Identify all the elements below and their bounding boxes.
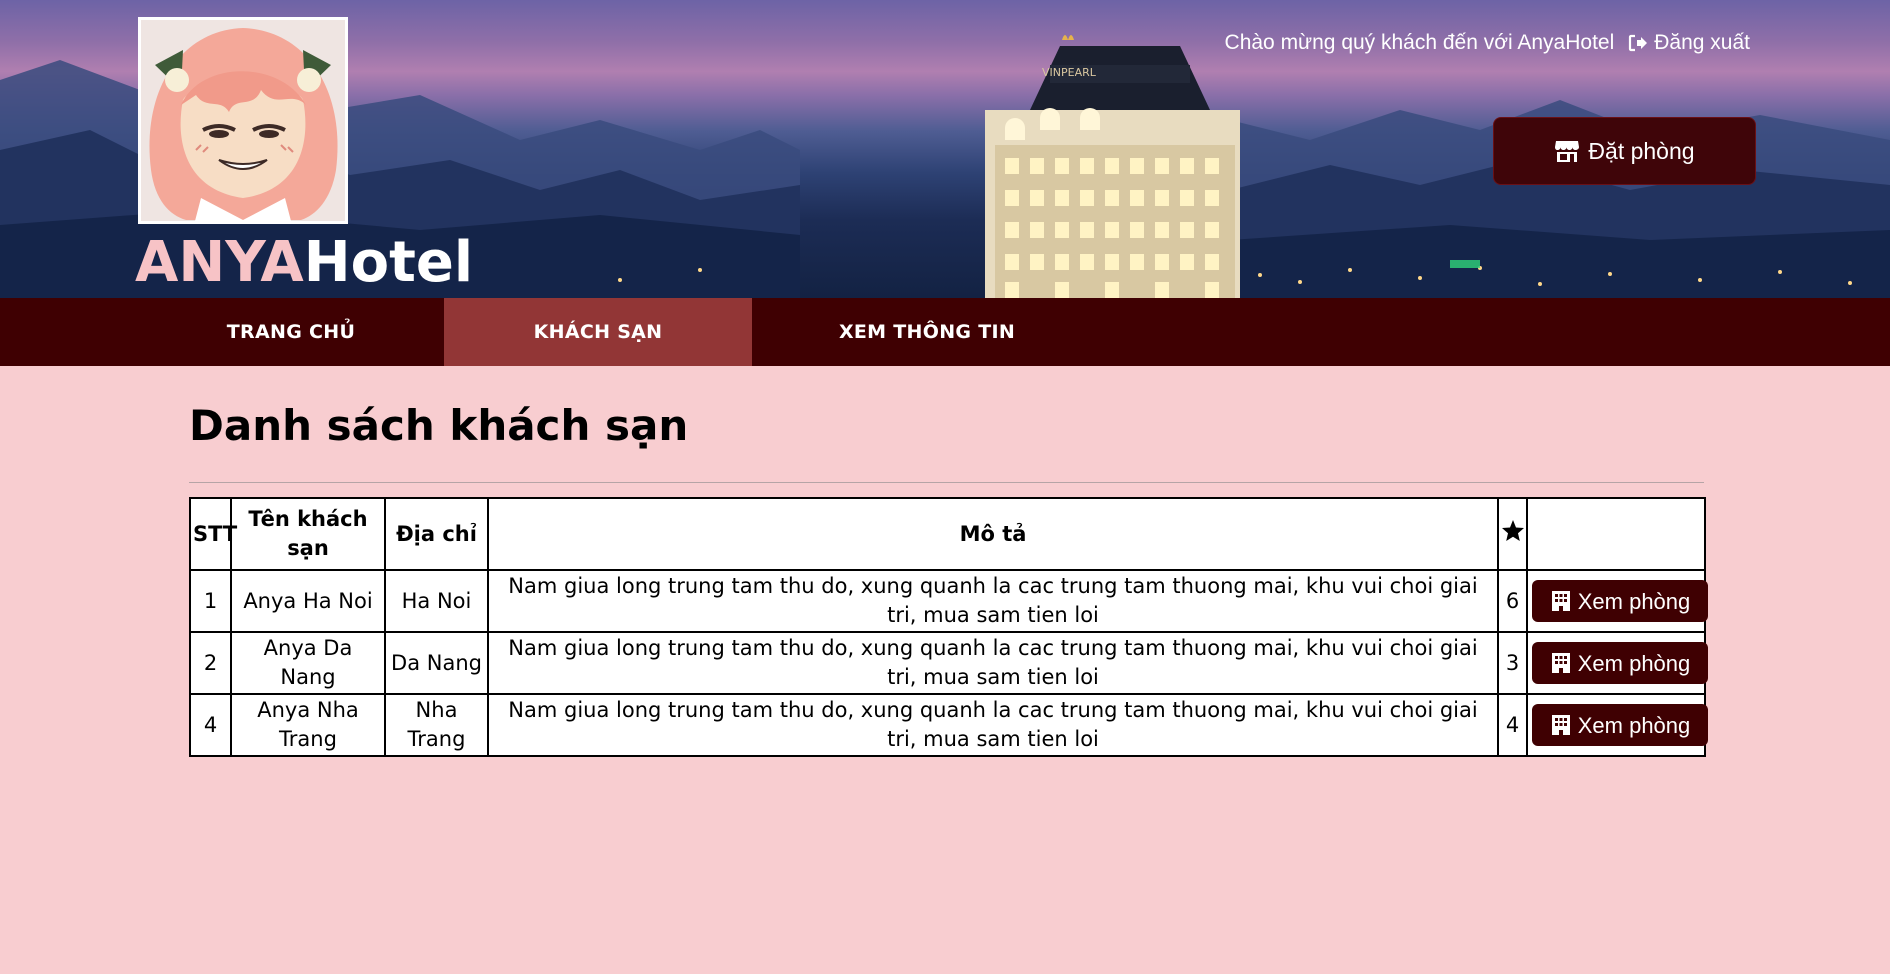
view-rooms-button[interactable]: Xem phòng <box>1532 642 1708 684</box>
anya-avatar-image <box>141 20 345 221</box>
cell-address: Nha Trang <box>384 693 489 757</box>
cell-description: Nam giua long trung tam thu do, xung qua… <box>487 569 1499 633</box>
header-action <box>1526 497 1706 571</box>
cell-action: Xem phòng <box>1526 693 1708 757</box>
header-stt: STT <box>189 497 237 571</box>
welcome-text: Chào mừng quý khách đến với AnyaHotel <box>1224 31 1615 54</box>
cell-description: Nam giua long trung tam thu do, xung qua… <box>487 631 1499 695</box>
header-hotel-name: Tên khách sạn <box>230 497 386 571</box>
hotel-sign: VINPEARL <box>1042 66 1097 79</box>
hotel-table: STT Tên khách sạn Địa chỉ Mô tả 1 Anya H… <box>189 497 1708 757</box>
cell-stars: 3 <box>1497 631 1528 695</box>
table-row: 2 Anya Da Nang Da Nang Nam giua long tru… <box>189 631 1708 695</box>
book-room-label: Đặt phòng <box>1588 137 1695 164</box>
nav-item-home[interactable]: TRANG CHỦ <box>138 298 444 366</box>
hotel-icon <box>1551 653 1570 673</box>
cell-stars: 6 <box>1497 569 1528 633</box>
view-rooms-label: Xem phòng <box>1577 712 1691 738</box>
cell-stt: 1 <box>189 569 232 633</box>
cell-hotel-name: Anya Ha Noi <box>230 569 386 633</box>
cell-action: Xem phòng <box>1526 631 1708 695</box>
view-rooms-button[interactable]: Xem phòng <box>1532 580 1708 622</box>
hotel-icon <box>1551 591 1570 611</box>
cell-hotel-name: Anya Da Nang <box>230 631 386 695</box>
nav-item-info-label: XEM THÔNG TIN <box>838 321 1016 343</box>
header-address: Địa chỉ <box>384 497 489 571</box>
cell-address: Da Nang <box>384 631 489 695</box>
cell-stt: 4 <box>189 693 232 757</box>
star-icon <box>1502 519 1524 541</box>
brand-name[interactable]: ANYAHotel <box>135 228 473 298</box>
cell-description: Nam giua long trung tam thu do, xung qua… <box>487 693 1499 757</box>
book-room-button[interactable]: Đặt phòng <box>1493 117 1756 185</box>
cell-address: Ha Noi <box>384 569 489 633</box>
nav-item-hotels-label: KHÁCH SẠN <box>533 321 663 343</box>
logout-label: Đăng xuất <box>1654 31 1750 54</box>
welcome-bar: Chào mừng quý khách đến với AnyaHotel Đă… <box>1225 31 1750 55</box>
cell-stt: 2 <box>189 631 232 695</box>
view-rooms-button[interactable]: Xem phòng <box>1532 704 1708 746</box>
page-title: Danh sách khách sạn <box>189 401 689 450</box>
header-stars <box>1497 497 1528 571</box>
sign-out-icon <box>1629 34 1648 52</box>
cell-stars: 4 <box>1497 693 1528 757</box>
view-rooms-label: Xem phòng <box>1577 588 1691 614</box>
header-banner: VINPEARL ANYAHotel Chào mừng quý khách đ… <box>0 0 1890 298</box>
brand-part-anya: ANYA <box>135 230 304 295</box>
nav-item-home-label: TRANG CHỦ <box>226 321 356 343</box>
logout-link[interactable]: Đăng xuất <box>1628 31 1750 55</box>
cell-action: Xem phòng <box>1526 569 1708 633</box>
nav-item-info[interactable]: XEM THÔNG TIN <box>752 298 1102 366</box>
logo-avatar <box>138 17 348 224</box>
header-description: Mô tả <box>487 497 1499 571</box>
store-icon <box>1555 141 1580 162</box>
table-header-row: STT Tên khách sạn Địa chỉ Mô tả <box>189 497 1706 571</box>
cell-hotel-name: Anya Nha Trang <box>230 693 386 757</box>
table-row: 4 Anya Nha Trang Nha Trang Nam giua long… <box>189 693 1708 757</box>
main-nav: TRANG CHỦ KHÁCH SẠN XEM THÔNG TIN <box>0 298 1890 366</box>
hotel-icon <box>1551 715 1570 735</box>
brand-part-hotel: Hotel <box>303 230 474 295</box>
view-rooms-label: Xem phòng <box>1577 650 1691 676</box>
nav-item-hotels[interactable]: KHÁCH SẠN <box>444 298 752 366</box>
table-row: 1 Anya Ha Noi Ha Noi Nam giua long trung… <box>189 569 1708 633</box>
divider <box>189 482 1704 483</box>
